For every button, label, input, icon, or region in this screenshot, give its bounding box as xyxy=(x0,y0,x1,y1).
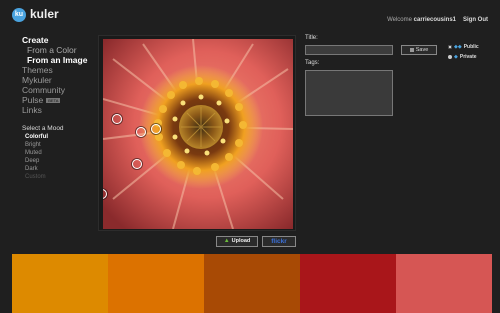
people-icon: ◆◆ xyxy=(454,44,462,50)
welcome-message: Welcome carriecousins1 xyxy=(387,17,456,23)
mood-custom[interactable]: Custom xyxy=(22,173,92,181)
visibility-public[interactable]: ◆◆ Public xyxy=(448,44,479,51)
tags-label: Tags: xyxy=(305,60,320,66)
nav-community[interactable]: Community xyxy=(22,85,92,95)
mood-bright[interactable]: Bright xyxy=(22,141,92,149)
upload-button[interactable]: ▲ Upload xyxy=(216,236,258,247)
nav-pulse-row[interactable]: Pulse BETA xyxy=(22,95,92,105)
image-frame xyxy=(98,35,296,231)
color-picker-4[interactable] xyxy=(132,159,142,169)
visibility-private[interactable]: ◆ Private xyxy=(448,54,477,61)
welcome-prefix: Welcome xyxy=(387,17,414,23)
mood-dark[interactable]: Dark xyxy=(22,165,92,173)
color-picker-2[interactable] xyxy=(136,127,146,137)
username[interactable]: carriecousins1 xyxy=(414,17,456,23)
save-disk-icon xyxy=(409,47,414,52)
swatch-4[interactable] xyxy=(300,254,396,313)
save-label: Save xyxy=(415,47,429,53)
private-radio-icon[interactable] xyxy=(448,54,452,59)
beta-badge: BETA xyxy=(46,98,61,104)
app-title[interactable]: kuler xyxy=(30,7,59,21)
nav-create[interactable]: Create xyxy=(22,35,48,45)
nav-links[interactable]: Links xyxy=(22,105,92,115)
upload-arrow-icon: ▲ xyxy=(223,238,230,244)
tags-textarea[interactable] xyxy=(305,70,393,116)
person-icon: ◆ xyxy=(454,54,458,60)
nav-from-color[interactable]: From a Color xyxy=(22,45,92,55)
nav-from-image[interactable]: From an Image xyxy=(22,55,92,65)
theme-swatches xyxy=(12,254,492,313)
title-label: Title: xyxy=(305,35,318,41)
source-image[interactable] xyxy=(103,39,293,229)
flower-image xyxy=(103,39,293,229)
upload-label: Upload xyxy=(231,238,251,244)
nav-pulse[interactable]: Pulse xyxy=(22,95,43,105)
swatch-3[interactable] xyxy=(204,254,300,313)
private-label: Private xyxy=(459,54,477,60)
mood-title: Select a Mood xyxy=(22,125,64,132)
nav-mykuler[interactable]: Mykuler xyxy=(22,75,92,85)
swatch-1[interactable] xyxy=(12,254,108,313)
mood-muted[interactable]: Muted xyxy=(22,149,92,157)
flickr-button[interactable]: flickr xyxy=(262,236,296,247)
color-picker-3[interactable] xyxy=(151,124,161,134)
sign-out-link[interactable]: Sign Out xyxy=(463,17,488,23)
public-label: Public xyxy=(463,44,479,50)
public-radio-icon[interactable] xyxy=(448,44,452,49)
app-header: ku kuler Welcome carriecousins1 Sign Out xyxy=(0,0,500,30)
color-picker-1[interactable] xyxy=(112,114,122,124)
sidebar-nav: Create From a Color From an Image Themes… xyxy=(22,35,92,181)
swatch-2[interactable] xyxy=(108,254,204,313)
kuler-logo-icon[interactable]: ku xyxy=(12,8,26,22)
swatch-5[interactable] xyxy=(396,254,492,313)
mood-deep[interactable]: Deep xyxy=(22,157,92,165)
save-button[interactable]: Save xyxy=(401,45,437,55)
title-input[interactable] xyxy=(305,45,393,55)
nav-themes[interactable]: Themes xyxy=(22,65,92,75)
mood-colorful[interactable]: Colorful xyxy=(22,133,92,141)
